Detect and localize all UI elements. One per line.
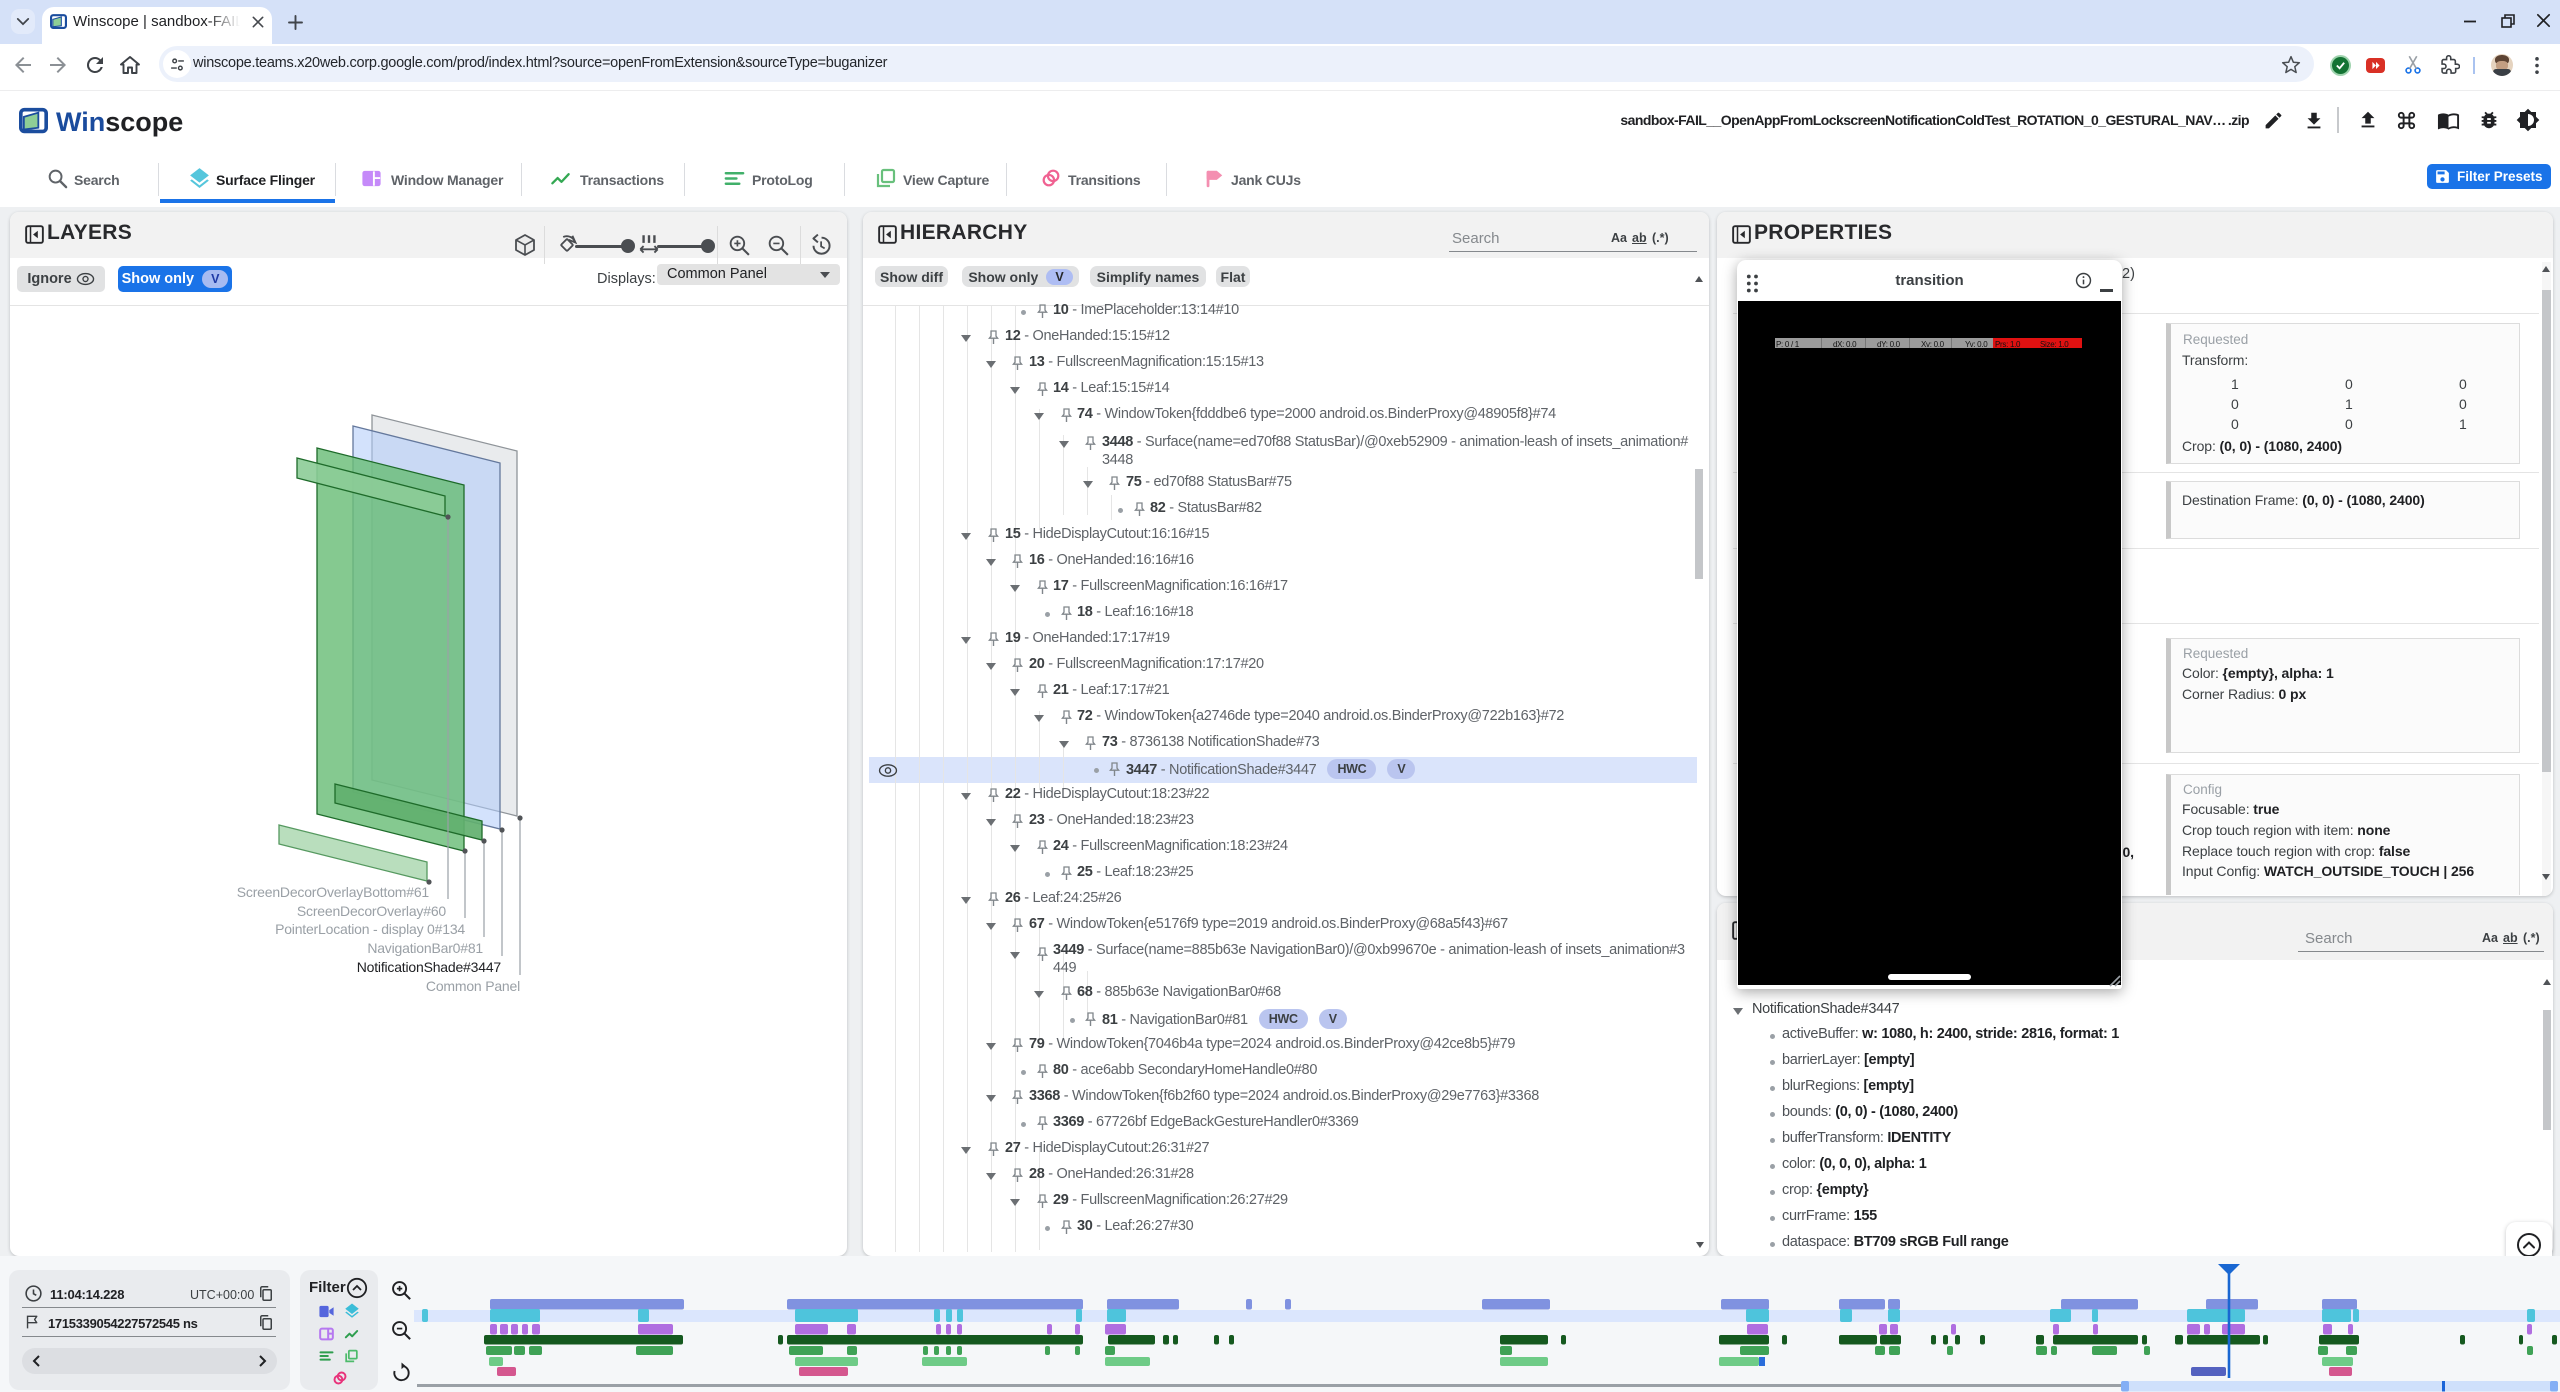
svg-text:ScreenDecorOverlayBottom#61: ScreenDecorOverlayBottom#61 — [237, 884, 430, 900]
svg-text:PointerLocation - display 0#13: PointerLocation - display 0#134 — [275, 921, 465, 937]
svg-text:NotificationShade#3447: NotificationShade#3447 — [357, 959, 502, 975]
svg-text:Common Panel: Common Panel — [426, 978, 520, 994]
svg-text:NavigationBar0#81: NavigationBar0#81 — [367, 940, 483, 956]
svg-text:ScreenDecorOverlay#60: ScreenDecorOverlay#60 — [297, 903, 447, 919]
